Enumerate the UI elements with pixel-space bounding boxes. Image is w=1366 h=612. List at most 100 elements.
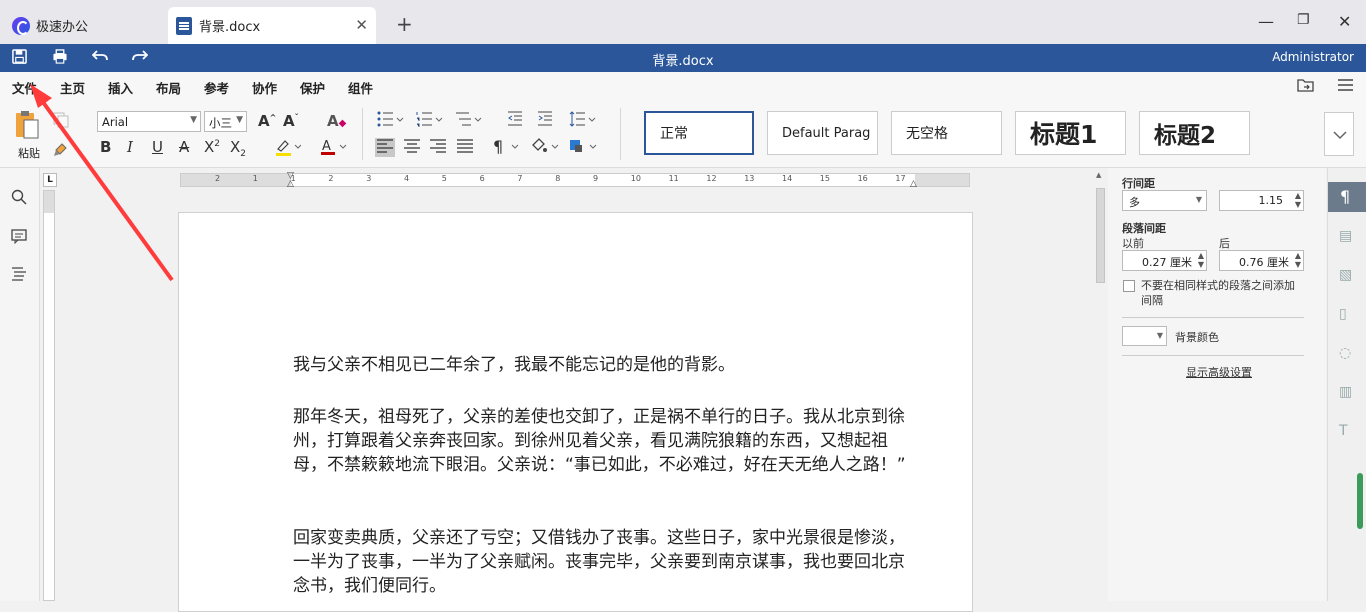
table-settings-icon[interactable]: ▤	[1339, 228, 1355, 244]
font-size-value: 小三	[209, 116, 232, 130]
menu-collaborate[interactable]: 协作	[252, 78, 277, 97]
scrollbar-thumb[interactable]	[1096, 188, 1105, 283]
strikethrough-icon[interactable]: A	[179, 138, 189, 156]
increase-indent-icon[interactable]	[537, 111, 553, 130]
new-tab-button[interactable]: +	[396, 12, 413, 36]
numbered-list-icon[interactable]	[416, 111, 444, 130]
decrease-font-icon[interactable]: Aˇ	[283, 112, 299, 130]
increase-font-icon[interactable]: A^	[258, 112, 276, 130]
search-icon[interactable]	[11, 189, 27, 209]
style-normal[interactable]: 正常	[644, 111, 754, 155]
ruler-number: 2	[328, 174, 334, 183]
horizontal-ruler[interactable]: 2 1 1 2 3 4 5 6 7 8 9 10 11 12 13 14 15 16 17 ▽ △ △	[180, 171, 970, 189]
paragraph-3[interactable]: 回家变卖典质，父亲还了亏空；又借钱办了丧事。这些日子，家中光景很是惨淡，一半为了…	[293, 526, 913, 598]
copy-icon[interactable]	[53, 112, 69, 131]
spacing-before-input[interactable]: 0.27 厘米 ▲ ▼	[1122, 250, 1207, 271]
open-folder-icon[interactable]	[1297, 78, 1314, 95]
tab-close-icon[interactable]: ✕	[355, 16, 368, 34]
menu-home[interactable]: 主页	[60, 78, 86, 102]
ruler-number: 13	[744, 174, 755, 183]
comment-icon[interactable]	[11, 228, 27, 248]
line-spacing-mode-select[interactable]: 多 ▼	[1122, 190, 1207, 211]
borders-icon[interactable]	[568, 137, 598, 158]
spinner-icon[interactable]: ▲ ▼	[1295, 251, 1301, 269]
no-space-checkbox[interactable]	[1123, 280, 1135, 292]
align-center-icon[interactable]	[404, 139, 420, 156]
style-heading-1-label: 标题1	[1030, 120, 1098, 149]
clear-format-icon[interactable]: A◆	[327, 112, 346, 130]
hamburger-menu-icon[interactable]	[1338, 79, 1353, 94]
background-color-label: 背景颜色	[1175, 331, 1219, 344]
minimize-button[interactable]: —	[1258, 12, 1274, 31]
superscript-icon[interactable]: X2	[204, 138, 220, 156]
image-settings-icon[interactable]: ▧	[1339, 267, 1355, 283]
shape-settings-icon[interactable]: ◌	[1339, 345, 1355, 361]
style-heading-1[interactable]: 标题1	[1015, 111, 1126, 155]
bullet-list-icon[interactable]	[377, 111, 405, 130]
tab-document[interactable]: 背景.docx ✕	[168, 7, 376, 44]
left-indent-marker-icon[interactable]: △	[287, 179, 294, 189]
subscript-icon[interactable]: X2	[230, 138, 246, 159]
close-window-button[interactable]: ✕	[1338, 12, 1351, 31]
side-scroll-indicator[interactable]	[1357, 473, 1363, 529]
ruler-number: 17	[895, 174, 906, 183]
justify-icon[interactable]	[457, 139, 473, 156]
menu-layout[interactable]: 布局	[156, 78, 181, 97]
align-right-icon[interactable]	[430, 139, 446, 156]
ruler-number: 8	[555, 174, 561, 183]
spinner-icon[interactable]: ▲ ▼	[1295, 191, 1301, 209]
window-title: 背景.docx	[652, 54, 714, 69]
right-indent-marker-icon[interactable]: △	[910, 179, 917, 189]
restore-button[interactable]: ❐	[1297, 12, 1310, 28]
font-color-icon[interactable]: A	[320, 138, 348, 159]
spacing-after-input[interactable]: 0.76 厘米 ▲ ▼	[1219, 250, 1304, 271]
chevron-down-icon	[1333, 131, 1347, 140]
line-spacing-value-input[interactable]: 1.15 ▲ ▼	[1219, 190, 1304, 211]
highlight-color-icon[interactable]	[275, 138, 302, 159]
bold-icon[interactable]: B	[100, 138, 111, 156]
chart-settings-icon[interactable]: ▥	[1339, 384, 1355, 400]
tab-home[interactable]: 极速办公	[0, 7, 160, 44]
italic-icon[interactable]: I	[127, 138, 133, 156]
document-page[interactable]: 我与父亲不相见已二年余了，我最不能忘记的是他的背影。 那年冬天，祖母死了，父亲的…	[178, 212, 973, 612]
menu-references[interactable]: 参考	[204, 78, 229, 97]
decrease-indent-icon[interactable]	[507, 111, 523, 130]
styles-expand-button[interactable]	[1324, 112, 1354, 156]
style-default-paragraph[interactable]: Default Parag	[767, 111, 878, 155]
ruler-number: 4	[404, 174, 410, 183]
user-name[interactable]: Administrator	[1272, 50, 1354, 64]
align-left-icon[interactable]	[375, 138, 395, 157]
paragraph-mark-icon[interactable]: ¶	[492, 137, 522, 158]
shading-icon[interactable]	[530, 137, 560, 158]
menu-file[interactable]: 文件	[12, 78, 37, 97]
paste-button[interactable]	[14, 110, 42, 145]
menu-plugins[interactable]: 组件	[348, 78, 373, 97]
font-size-select[interactable]: 小三 ▼	[204, 111, 247, 132]
spacing-before-value: 0.27 厘米	[1142, 256, 1192, 269]
style-heading-2[interactable]: 标题2	[1139, 111, 1250, 155]
paste-label: 粘贴	[18, 147, 40, 160]
multilevel-list-icon[interactable]	[455, 111, 483, 130]
format-painter-icon[interactable]	[53, 140, 69, 161]
ruler-number: 11	[668, 174, 679, 183]
spinner-icon[interactable]: ▲ ▼	[1198, 251, 1204, 269]
tab-stop-selector[interactable]: L	[43, 173, 57, 187]
style-no-spacing[interactable]: 无空格	[891, 111, 1002, 155]
navigation-icon[interactable]	[11, 267, 27, 285]
text-art-icon[interactable]: T	[1339, 423, 1355, 439]
menu-insert[interactable]: 插入	[108, 78, 133, 97]
paragraph-1[interactable]: 我与父亲不相见已二年余了，我最不能忘记的是他的背影。	[293, 353, 913, 377]
background-color-picker[interactable]: ▼	[1122, 326, 1167, 346]
menu-protect[interactable]: 保护	[300, 78, 325, 97]
line-spacing-mode-value: 多	[1129, 196, 1140, 209]
tab-paragraph-settings[interactable]: ¶	[1328, 182, 1366, 212]
header-footer-icon[interactable]: ▯	[1339, 306, 1355, 322]
underline-icon[interactable]: U	[152, 138, 163, 156]
scroll-up-icon[interactable]: ▲	[1096, 171, 1101, 179]
advanced-settings-link[interactable]: 显示高级设置	[1186, 364, 1252, 380]
line-spacing-icon[interactable]	[569, 111, 597, 130]
paragraph-2[interactable]: 那年冬天，祖母死了，父亲的差使也交卸了，正是祸不单行的日子。我从北京到徐州，打算…	[293, 405, 913, 477]
vertical-ruler[interactable]	[43, 190, 55, 601]
document-scrollbar[interactable]: ▲	[1095, 168, 1106, 601]
font-name-select[interactable]: Arial ▼	[97, 111, 201, 132]
